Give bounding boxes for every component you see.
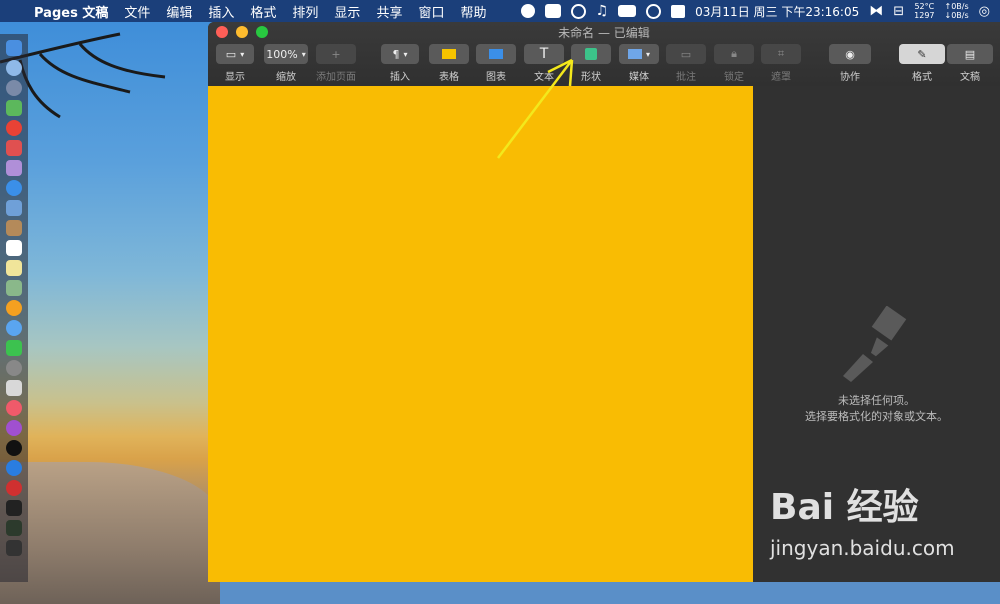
watermark-brand: Bai 经验 (770, 487, 919, 528)
watermark-url: jingyan.baidu.com (770, 536, 955, 560)
baidu-watermark: Bai 经验 jingyan.baidu.com (770, 478, 1000, 582)
